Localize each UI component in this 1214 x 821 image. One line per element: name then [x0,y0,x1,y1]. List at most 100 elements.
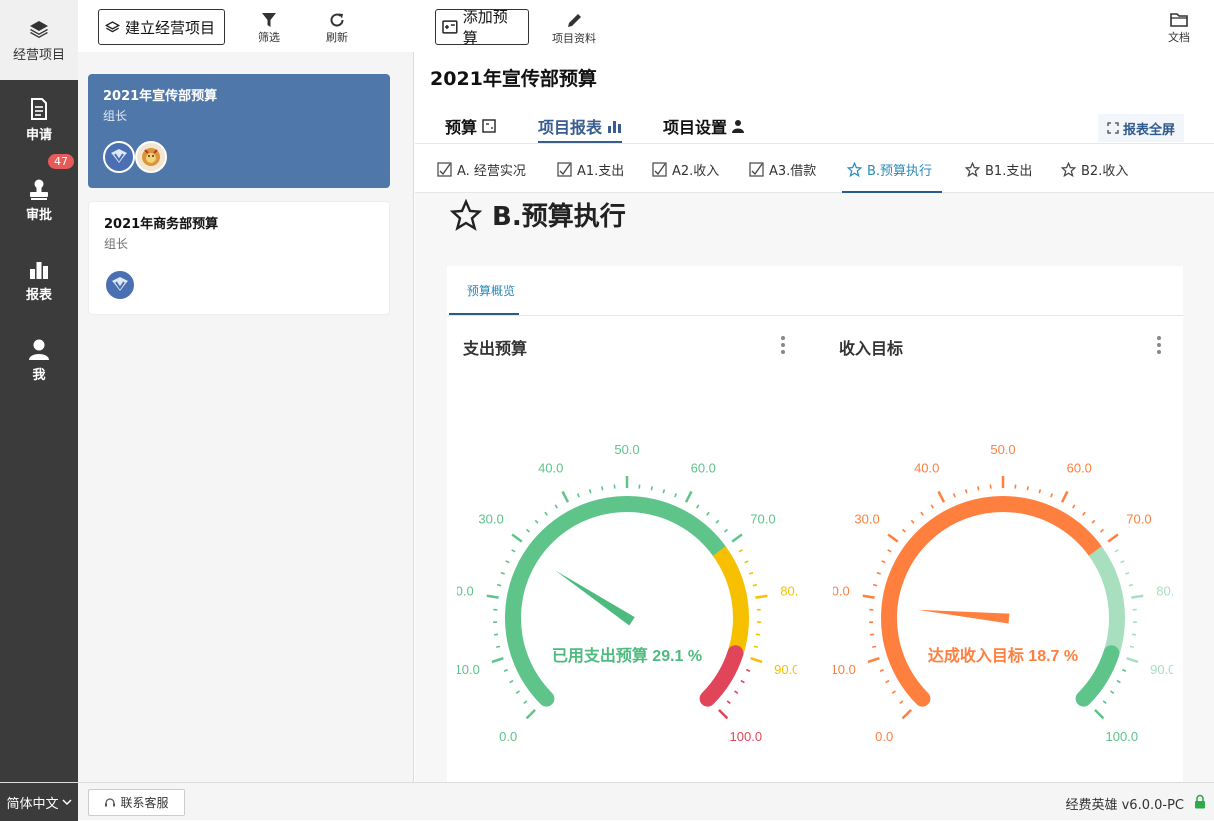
gauge-major-tick [686,491,691,502]
headset-icon [104,797,116,809]
subtab-a2[interactable]: A2.收入 [652,160,719,179]
gauge-major-tick [1062,491,1067,502]
gauge-minor-tick [1111,691,1114,693]
contact-support-button[interactable]: 联系客服 [88,789,185,816]
gauge-minor-tick [754,646,758,647]
subtab-b2[interactable]: B2.收入 [1061,160,1128,179]
gauge-major-tick [1095,710,1103,718]
gauge-minor-tick [877,573,881,574]
language-selector[interactable]: 简体中文 [0,783,78,821]
gauge-tick-label: 70.0 [750,511,775,526]
gauge-tick-label: 20.0 [457,584,474,599]
gauge-minor-tick [735,691,738,693]
gauge-minor-tick [1121,561,1125,563]
create-project-label: 建立经营项目 [125,17,215,38]
filter-icon [261,12,277,28]
add-budget-button[interactable]: 添加预算 [435,9,529,45]
language-label: 简体中文 [6,793,58,812]
nav-label: 审批 [0,204,78,223]
gauge-major-tick [527,710,535,718]
subtab-b1[interactable]: B1.支出 [965,160,1032,179]
lock-icon [1194,794,1206,809]
project-card[interactable]: 2021年宣传部预算 组长 [88,74,390,188]
filter-button[interactable]: 筛选 [249,12,289,45]
gauge-tick-label: 70.0 [1126,511,1151,526]
gauge-major-tick [1127,658,1138,662]
pencil-icon [566,12,583,29]
tab-budget[interactable]: 预算 [445,114,496,138]
refresh-button[interactable]: 刷新 [317,12,357,45]
main-header: 添加预算 项目资料 文档 2021年宣传部预算 预算 项目报表 [415,0,1214,143]
gauge-band-danger [708,653,736,698]
gauge-minor-tick [1125,573,1129,574]
gauge-band-normal [513,504,719,699]
nav-item-approve[interactable]: 47 审批 [0,160,78,240]
fullscreen-report-button[interactable]: 报表全屏 [1098,114,1184,142]
avatar [104,269,136,301]
gauge-band-warning [1095,551,1117,653]
gauge-major-tick [939,491,944,502]
subtab-a3[interactable]: A3.借款 [749,160,816,179]
gauge-tick-label: 80.0 [780,584,797,599]
checked-box-icon [749,162,764,177]
gauge-minor-tick [497,585,501,586]
subtab-label: B.预算执行 [867,160,932,179]
tab-project-reports[interactable]: 项目报表 [538,114,622,138]
subtab-a1[interactable]: A1.支出 [557,160,624,179]
active-subtab-indicator [842,191,942,193]
gauge-minor-tick [707,512,709,515]
gauge-tick-label: 50.0 [614,442,639,457]
nav-item-me[interactable]: 我 [0,320,78,400]
gauge-minor-tick [900,701,903,704]
gauge-major-tick [1131,596,1143,598]
gauge-tick-label: 90.0 [1150,662,1173,677]
gauge-minor-tick [501,573,505,574]
gauge-tick-label: 10.0 [457,662,480,677]
section-title: B.预算执行 [492,196,626,233]
footer-bar: 简体中文 联系客服 经费英雄 v6.0.0-PC [0,782,1214,820]
gauge-tick-label: 40.0 [538,460,563,475]
gauge-minor-tick [545,512,547,515]
gauge-minor-tick [756,634,760,635]
nav-item-projects[interactable]: 经营项目 [0,0,78,80]
project-role: 组长 [104,235,128,252]
tab-project-settings[interactable]: 项目设置 [663,114,746,138]
subtab-label: A. 经营实况 [457,160,526,179]
gauge-major-tick [512,535,522,542]
support-label: 联系客服 [120,794,168,811]
subtab-a[interactable]: A. 经营实况 [437,160,526,179]
divider [447,315,1183,316]
gauge-minor-tick [1129,585,1133,586]
nav-label: 申请 [0,124,78,143]
gauge-minor-tick [504,670,508,672]
project-info-button[interactable]: 项目资料 [549,12,599,46]
project-info-label: 项目资料 [552,32,596,45]
checked-box-icon [652,162,667,177]
gauge-minor-tick [745,561,749,563]
main-nav: 经营项目 申请 47 审批 报表 我 [0,0,78,782]
nav-item-reports[interactable]: 报表 [0,240,78,320]
subtab-b[interactable]: B.预算执行 [847,160,932,179]
layers-icon [105,20,120,35]
documents-button[interactable]: 文档 [1159,12,1199,45]
more-menu-icon[interactable] [1157,336,1161,357]
gauge-minor-tick [578,493,579,497]
gauge-major-tick [888,535,898,542]
nav-item-apply[interactable]: 申请 [0,80,78,160]
budget-overview-card: 预算概览 支出预算 0.010.020.030.040.050.060.070.… [447,266,1183,786]
gauge-tick-label: 60.0 [1067,460,1092,475]
filter-label: 筛选 [258,31,280,44]
avatar [135,141,167,173]
card-tab-overview[interactable]: 预算概览 [467,282,515,299]
gauge-tick-label: 80.0 [1156,584,1173,599]
more-menu-icon[interactable] [781,336,785,357]
project-card[interactable]: 2021年商务部预算 组长 [88,201,390,315]
main-panel: 添加预算 项目资料 文档 2021年宣传部预算 预算 项目报表 [415,0,1214,782]
gauge-tick-label: 30.0 [478,511,503,526]
project-list-toolbar: 建立经营项目 筛选 刷新 [78,0,414,52]
subtab-label: B2.收入 [1081,160,1128,179]
gauge-minor-tick [1103,701,1106,704]
avatar [103,141,135,173]
gauge-major-tick [563,491,568,502]
create-project-button[interactable]: 建立经营项目 [98,9,225,45]
